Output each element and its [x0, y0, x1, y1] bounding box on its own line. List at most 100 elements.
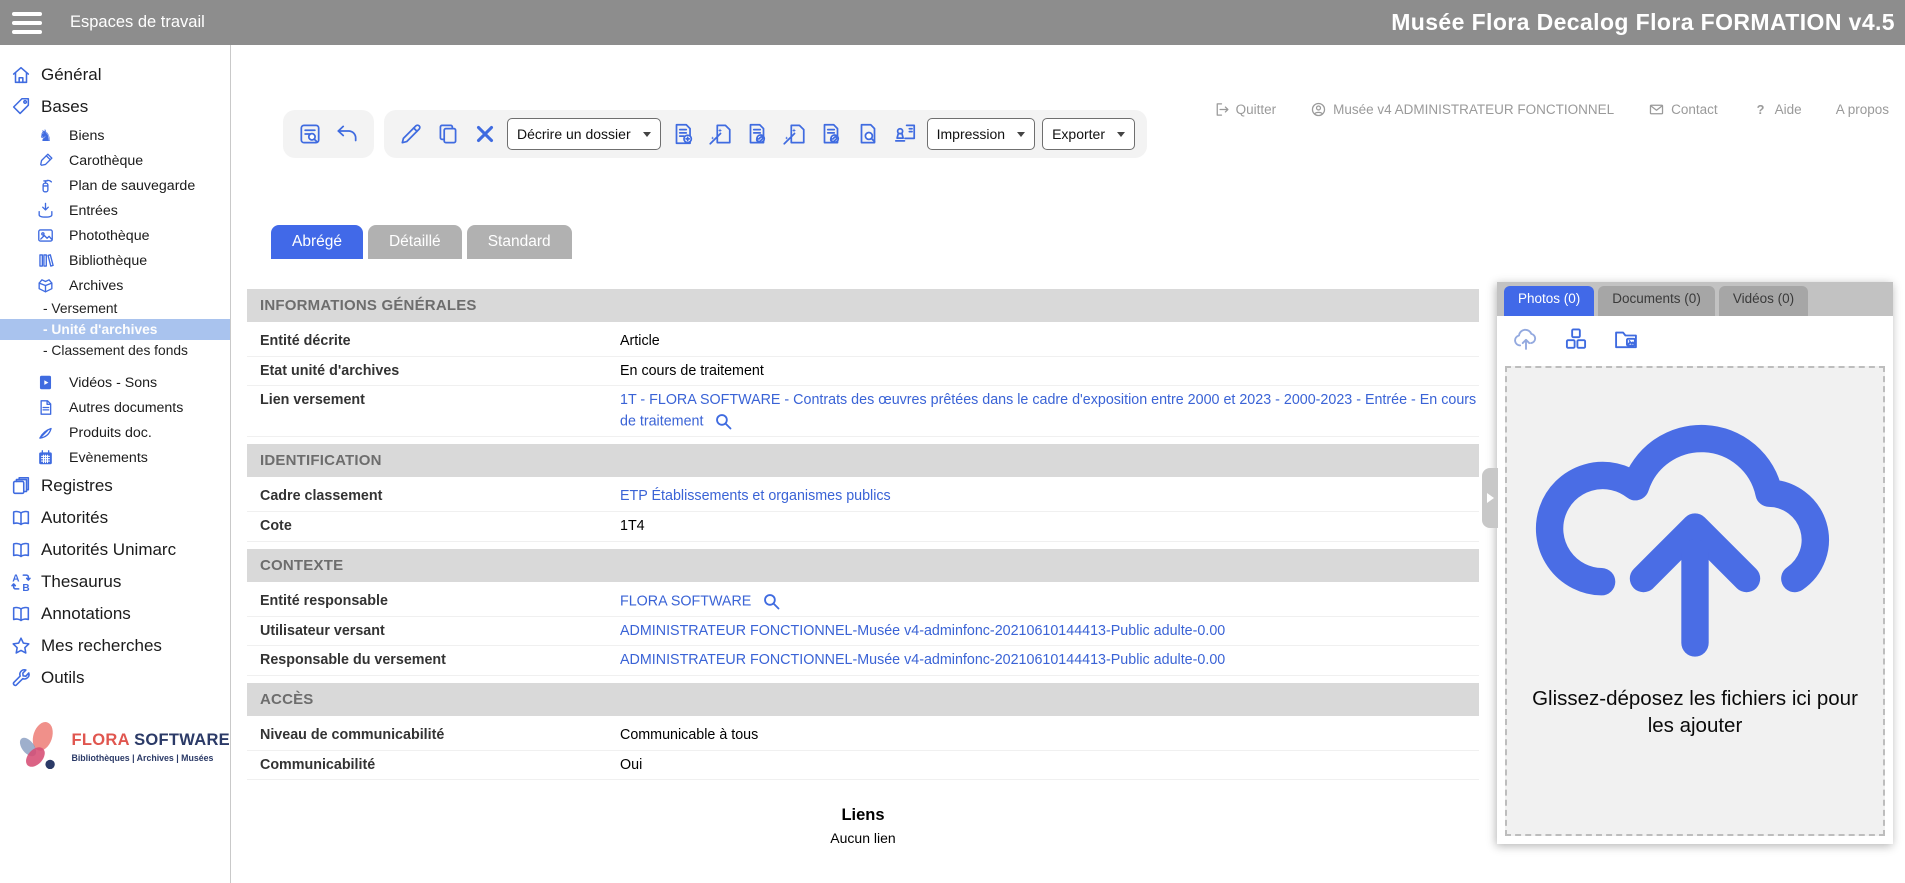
field-value: En cours de traitement	[620, 361, 764, 382]
describe-dropdown[interactable]: Décrire un dossier	[507, 118, 661, 150]
sidebar-item-plan-de-sauvegarde[interactable]: Plan de sauvegarde	[0, 173, 230, 198]
impression-dropdown[interactable]: Impression	[927, 118, 1035, 150]
tab-videos[interactable]: Vidéos (0)	[1719, 286, 1808, 316]
wizard-document-button[interactable]	[705, 118, 735, 150]
exporter-dropdown-label: Exporter	[1052, 126, 1105, 142]
exit-icon	[1213, 101, 1230, 118]
wrench-icon	[10, 667, 32, 689]
current-user-label: Musée v4 ADMINISTRATEUR FONCTIONNEL	[1333, 102, 1614, 117]
sidebar-item-thesaurus[interactable]: ABThesaurus	[0, 566, 230, 598]
sidebar-item-entrees[interactable]: Entrées	[0, 198, 230, 223]
field-label: Etat unité d'archives	[260, 361, 620, 381]
cloud-upload-button[interactable]	[1511, 323, 1541, 355]
cloud-upload-large-icon	[1534, 382, 1856, 672]
tab-standard[interactable]: Standard	[467, 225, 572, 259]
open-box-icon	[36, 276, 55, 295]
copy-button[interactable]	[433, 118, 463, 150]
tab-abrege[interactable]: Abrégé	[271, 225, 363, 259]
sidebar-item-label: Evènements	[69, 450, 148, 466]
sidebar-item-evenements[interactable]: Evènements	[0, 445, 230, 470]
magnifier-icon	[713, 411, 734, 432]
cubes-button[interactable]	[1561, 323, 1591, 355]
record-toolbar: Décrire un dossier Impression Exporter	[283, 110, 1147, 158]
record-row-cote: Cote1T4	[247, 512, 1479, 542]
toolbar-group-navigation	[283, 110, 374, 158]
brush-icon	[36, 151, 55, 170]
sidebar-item-registres[interactable]: Registres	[0, 470, 230, 502]
tab-documents[interactable]: Documents (0)	[1598, 286, 1715, 316]
open-book-icon	[10, 507, 32, 529]
sidebar-item-autorites[interactable]: Autorités	[0, 502, 230, 534]
links-empty-text: Aucun lien	[247, 830, 1479, 846]
delete-x-button[interactable]	[470, 118, 500, 150]
sidebar-item-label: Thesaurus	[41, 572, 121, 592]
sidebar-item-versement[interactable]: - Versement	[0, 298, 230, 319]
field-value-link[interactable]: 1T - FLORA SOFTWARE - Contrats des œuvre…	[620, 392, 1476, 429]
tab-photos[interactable]: Photos (0)	[1504, 286, 1594, 316]
sidebar-item-mes-recherches[interactable]: Mes recherches	[0, 630, 230, 662]
sidebar-item-bibliotheque[interactable]: Bibliothèque	[0, 248, 230, 273]
chevron-down-icon	[1117, 132, 1125, 137]
sidebar-item-general[interactable]: Général	[0, 59, 230, 91]
folder-image-button[interactable]	[1611, 323, 1641, 355]
sidebar-item-autres-documents[interactable]: Autres documents	[0, 395, 230, 420]
field-value: Communicable à tous	[620, 725, 758, 746]
notice-plus-button[interactable]	[668, 118, 698, 150]
field-value: Oui	[620, 755, 642, 776]
panel-collapse-handle[interactable]	[1482, 468, 1498, 528]
contact-label: Contact	[1671, 102, 1718, 117]
field-value: 1T4	[620, 516, 645, 537]
sidebar-item-produits-doc[interactable]: Produits doc.	[0, 420, 230, 445]
attach-document-button[interactable]	[816, 118, 846, 150]
sidebar: Général Bases ♞Biens Carothèque Plan de sauv…	[0, 45, 231, 883]
current-user-button[interactable]: Musée v4 ADMINISTRATEUR FONCTIONNEL	[1310, 101, 1614, 118]
magnifier-button[interactable]	[713, 411, 734, 432]
contact-button[interactable]: Contact	[1648, 101, 1718, 118]
file-dropzone[interactable]: Glissez-déposez les fichiers ici pour le…	[1505, 366, 1885, 836]
field-value-link[interactable]: FLORA SOFTWARE	[620, 593, 751, 609]
apropos-button[interactable]: A propos	[1836, 102, 1889, 117]
envelope-icon	[1648, 101, 1665, 118]
sidebar-item-unite-d-archives[interactable]: - Unité d'archives	[0, 319, 230, 340]
sidebar-item-autorites-unimarc[interactable]: Autorités Unimarc	[0, 534, 230, 566]
aide-button[interactable]: ? Aide	[1752, 101, 1802, 118]
sidebar-item-outils[interactable]: Outils	[0, 662, 230, 694]
field-value-link[interactable]: ADMINISTRATEUR FONCTIONNEL-Musée v4-admi…	[620, 652, 1225, 668]
magnifier-button[interactable]	[761, 591, 782, 612]
flora-petals-icon	[12, 712, 65, 782]
stamp-button[interactable]	[890, 118, 920, 150]
workspace-label[interactable]: Espaces de travail	[70, 13, 205, 32]
sidebar-item-label: Bases	[41, 97, 88, 117]
sidebar-item-phototheque[interactable]: Photothèque	[0, 223, 230, 248]
sidebar-item-bases[interactable]: Bases	[0, 91, 230, 123]
calendar-icon	[36, 448, 55, 467]
sidebar-item-label: - Unité d'archives	[43, 322, 157, 337]
sidebar-item-carotheque[interactable]: Carothèque	[0, 148, 230, 173]
undo-button[interactable]	[332, 118, 362, 150]
sidebar-item-videos-sons[interactable]: Vidéos - Sons	[0, 370, 230, 395]
copy-icon	[435, 121, 461, 147]
view-tabs: Abrégé Détaillé Standard	[271, 225, 572, 259]
exporter-dropdown[interactable]: Exporter	[1042, 118, 1135, 150]
preview-document-button[interactable]	[853, 118, 883, 150]
field-value-link[interactable]: ETP Établissements et organismes publics	[620, 488, 891, 504]
attach-document-button[interactable]	[742, 118, 772, 150]
pencil-button[interactable]	[396, 118, 426, 150]
tab-detaille[interactable]: Détaillé	[368, 225, 462, 259]
hamburger-menu-icon[interactable]	[12, 12, 42, 34]
wizard-document-button[interactable]	[779, 118, 809, 150]
sidebar-item-annotations[interactable]: Annotations	[0, 598, 230, 630]
sidebar-item-label: Entrées	[69, 203, 118, 219]
sidebar-item-biens[interactable]: ♞Biens	[0, 123, 230, 148]
list-search-button[interactable]	[295, 118, 325, 150]
sidebar-item-classement-des-fonds[interactable]: - Classement des fonds	[0, 340, 230, 361]
home-icon	[10, 64, 32, 86]
field-value-link[interactable]: ADMINISTRATEUR FONCTIONNEL-Musée v4-admi…	[620, 623, 1225, 639]
sidebar-item-label: Carothèque	[69, 153, 143, 169]
quitter-button[interactable]: Quitter	[1213, 101, 1277, 118]
sidebar-item-label: Photothèque	[69, 228, 149, 244]
quill-icon	[36, 423, 55, 442]
wizard-document-icon	[781, 121, 807, 147]
sidebar-item-archives[interactable]: Archives	[0, 273, 230, 298]
links-title: Liens	[247, 806, 1479, 825]
